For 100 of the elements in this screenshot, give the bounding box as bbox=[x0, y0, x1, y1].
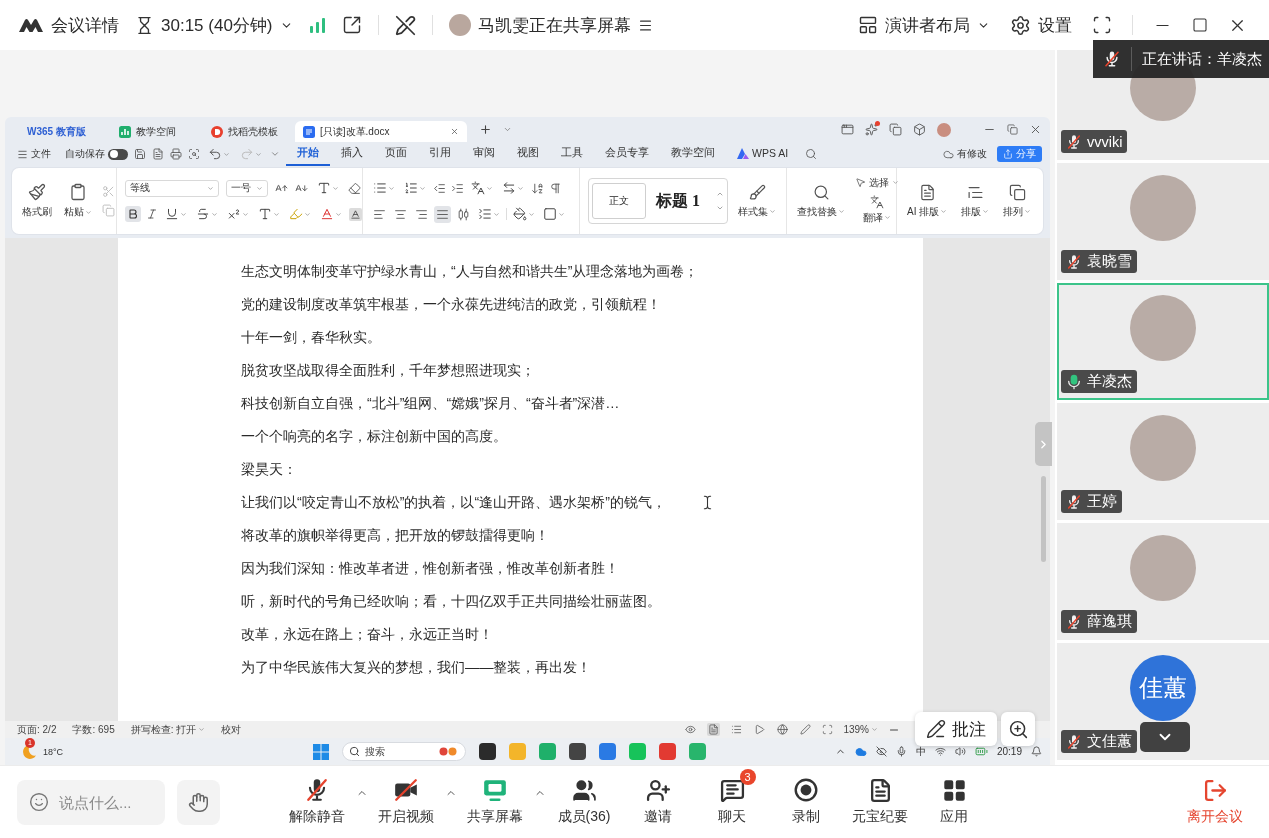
italic-icon[interactable] bbox=[146, 208, 158, 220]
participant-tile[interactable]: 羊凌杰 bbox=[1057, 283, 1269, 400]
sort-icon[interactable] bbox=[531, 181, 544, 195]
style-item[interactable]: 标题 1 bbox=[649, 183, 707, 219]
bell-icon[interactable] bbox=[1031, 746, 1042, 757]
shading-icon[interactable] bbox=[349, 207, 362, 221]
arrange-button[interactable]: 排列 bbox=[1001, 181, 1034, 221]
wifi-icon[interactable] bbox=[934, 746, 946, 757]
app-tile-icon[interactable] bbox=[569, 743, 586, 760]
clock[interactable]: 20:19 bbox=[996, 746, 1022, 757]
app-tile-icon[interactable] bbox=[599, 743, 616, 760]
meeting-details-button[interactable]: 会议详情 bbox=[18, 13, 119, 37]
editor-tab[interactable]: W365 教育版 bbox=[19, 121, 107, 142]
layout-button[interactable]: 排版 bbox=[959, 181, 992, 221]
caret-icon[interactable] bbox=[503, 125, 512, 134]
scroll-down-icon[interactable] bbox=[716, 204, 724, 212]
cloud-icon[interactable] bbox=[854, 745, 867, 758]
share-button[interactable]: 分享 bbox=[997, 146, 1042, 162]
participant-tile[interactable]: 薛逸琪 bbox=[1057, 523, 1269, 640]
layout-button[interactable]: 演讲者布局 bbox=[858, 13, 990, 37]
app-tile-icon[interactable] bbox=[479, 743, 496, 760]
chat-button[interactable]: 3 聊天 bbox=[695, 769, 769, 826]
summary-button[interactable]: 元宝纪要 bbox=[843, 769, 917, 826]
shading-button[interactable] bbox=[511, 205, 537, 223]
document-icon[interactable] bbox=[152, 148, 164, 160]
app-tile-icon[interactable] bbox=[689, 743, 706, 760]
overlapping-squares-icon[interactable] bbox=[889, 123, 902, 136]
app-tile-icon[interactable] bbox=[539, 743, 556, 760]
file-menu[interactable]: 文件 bbox=[17, 147, 51, 161]
ribbon-tab[interactable]: WPS AI bbox=[726, 142, 800, 166]
spellcheck-button[interactable]: 拼写检查: 打开 bbox=[130, 722, 206, 737]
paste-button[interactable]: 粘贴 bbox=[62, 181, 94, 221]
ribbon-tab[interactable]: 审阅 bbox=[462, 142, 506, 166]
timer-button[interactable]: 30:15 (40分钟) bbox=[135, 13, 293, 37]
scrollbar-thumb[interactable] bbox=[1041, 476, 1046, 562]
format-painter-button[interactable]: 格式刷 bbox=[20, 181, 54, 221]
participant-tile[interactable]: 袁晓雪 bbox=[1057, 163, 1269, 280]
screen-share-status[interactable]: 马凯雯正在共享屏幕 bbox=[448, 13, 653, 37]
restore-icon[interactable] bbox=[1007, 124, 1018, 135]
app-tile-icon[interactable] bbox=[629, 743, 646, 760]
editor-tab[interactable]: [只读]改革.docx bbox=[295, 121, 467, 142]
changes-button[interactable]: 有修改 bbox=[943, 147, 987, 161]
participant-tile[interactable]: 王婷 bbox=[1057, 403, 1269, 520]
toggle-switch[interactable] bbox=[108, 148, 128, 160]
pen-slash-icon[interactable] bbox=[394, 14, 416, 36]
app-tile-icon[interactable] bbox=[659, 743, 676, 760]
view-mode-button[interactable] bbox=[776, 723, 790, 736]
scroll-down-button[interactable] bbox=[1140, 722, 1190, 752]
editor-tab[interactable]: 教学空间 bbox=[111, 121, 199, 142]
border-button[interactable] bbox=[541, 205, 567, 223]
align-button[interactable] bbox=[434, 205, 451, 223]
style-item[interactable]: 正文 bbox=[592, 183, 646, 219]
editor-tab[interactable]: 找稻壳模板 bbox=[203, 121, 291, 142]
window-icon[interactable] bbox=[841, 123, 854, 136]
fit-icon[interactable] bbox=[822, 724, 834, 735]
signal-icon[interactable] bbox=[308, 17, 326, 33]
ribbon-tab[interactable]: 视图 bbox=[506, 142, 550, 166]
proofread-button[interactable]: 校对 bbox=[221, 722, 242, 737]
sparkles-icon[interactable] bbox=[865, 123, 878, 136]
start-menu-icon[interactable] bbox=[313, 743, 329, 760]
view-mode-button[interactable] bbox=[753, 723, 767, 736]
view-mode-button[interactable] bbox=[730, 723, 744, 736]
ribbon-tab[interactable]: 引用 bbox=[418, 142, 462, 166]
invite-button[interactable]: 邀请 bbox=[621, 769, 695, 826]
eye-off-icon[interactable] bbox=[875, 746, 887, 757]
zoom-in-button[interactable] bbox=[1001, 712, 1035, 746]
battery-icon[interactable] bbox=[974, 745, 988, 758]
search-icon[interactable] bbox=[805, 148, 818, 160]
maximize-icon[interactable] bbox=[1192, 17, 1208, 33]
font-size-select[interactable]: 一号 bbox=[226, 179, 268, 197]
record-button[interactable]: 录制 bbox=[769, 769, 843, 826]
view-mode-button[interactable] bbox=[707, 723, 721, 736]
scroll-up-icon[interactable] bbox=[716, 190, 724, 198]
printer-icon[interactable] bbox=[170, 148, 182, 160]
font-select[interactable]: 等线 bbox=[125, 179, 219, 197]
ribbon-tab[interactable]: 页面 bbox=[374, 142, 418, 166]
ribbon-tab[interactable]: 教学空间 bbox=[660, 142, 726, 166]
zoom-select[interactable]: 139% bbox=[843, 724, 878, 735]
leave-meeting-button[interactable]: 离开会议 bbox=[1178, 769, 1252, 826]
ribbon-tab[interactable]: 会员专享 bbox=[594, 142, 660, 166]
ribbon-tab[interactable]: 工具 bbox=[550, 142, 594, 166]
pilcrow-icon[interactable] bbox=[549, 181, 562, 195]
share-screen-button[interactable]: 共享屏幕 bbox=[458, 769, 532, 826]
asian-layout-button[interactable] bbox=[469, 179, 495, 197]
view-mode-button[interactable] bbox=[684, 723, 698, 736]
ribbon-tab[interactable]: 插入 bbox=[330, 142, 374, 166]
unmute-button[interactable]: 解除静音 bbox=[280, 769, 354, 826]
save-icon[interactable] bbox=[134, 148, 146, 160]
taskbar-search-field[interactable]: 搜索 bbox=[342, 742, 466, 761]
translate-button[interactable]: 翻译 bbox=[861, 192, 893, 227]
input-method[interactable]: 中 bbox=[915, 744, 926, 759]
app-tile-icon[interactable] bbox=[509, 743, 526, 760]
view-mode-button[interactable] bbox=[799, 723, 813, 736]
start-video-button[interactable]: 开启视频 bbox=[369, 769, 443, 826]
cube-icon[interactable] bbox=[913, 123, 926, 136]
fullscreen-icon[interactable] bbox=[1092, 15, 1112, 35]
settings-button[interactable]: 设置 bbox=[1010, 13, 1072, 37]
chat-input-field[interactable]: 说点什么... bbox=[17, 779, 165, 825]
participant-tile[interactable]: 佳蕙 文佳蕙 bbox=[1057, 643, 1269, 760]
annotate-button[interactable]: 批注 bbox=[915, 712, 997, 746]
